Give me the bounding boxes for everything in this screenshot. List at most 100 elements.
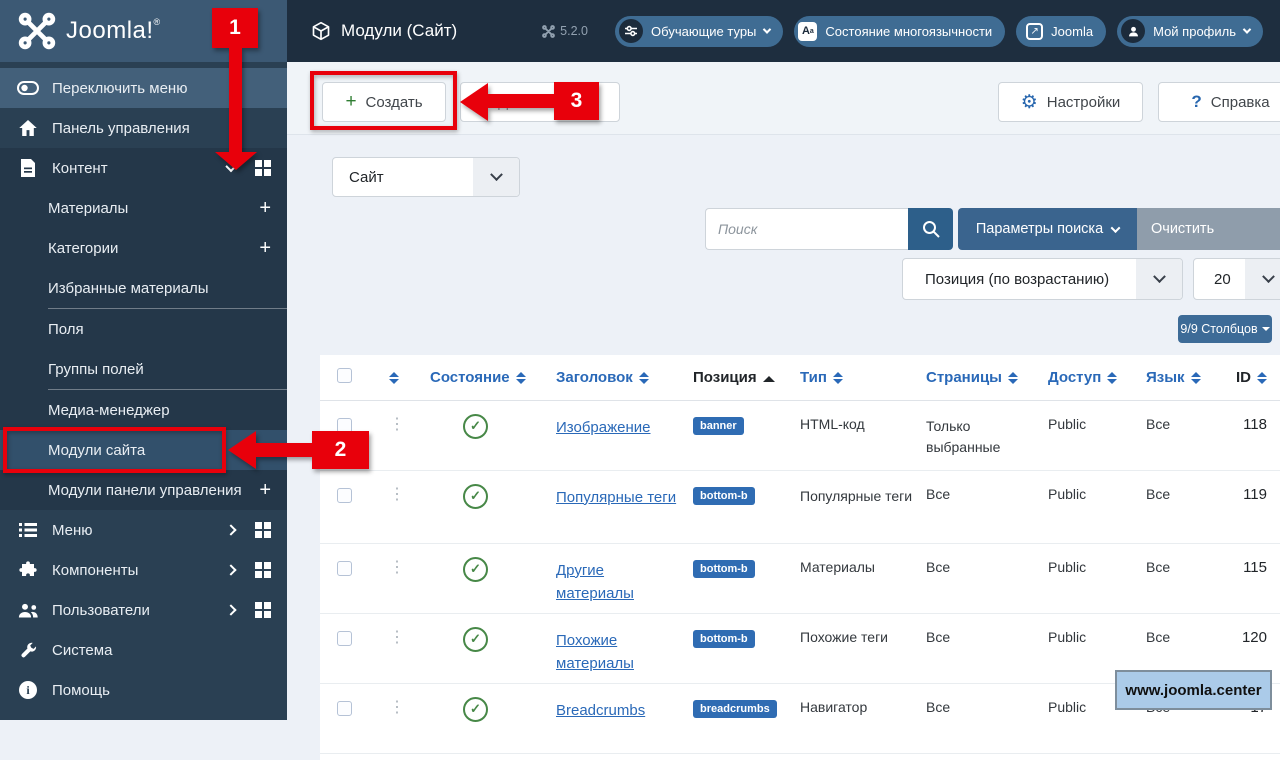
search-icon bbox=[922, 220, 940, 238]
module-type: Навигатор bbox=[791, 683, 916, 753]
position-badge: banner bbox=[693, 417, 744, 435]
drag-handle-icon[interactable]: ⋮ bbox=[373, 486, 405, 503]
module-id: 119 bbox=[1231, 470, 1280, 543]
module-pages: Все bbox=[916, 470, 1036, 543]
sliders-icon bbox=[619, 19, 643, 43]
plus-icon[interactable]: + bbox=[259, 237, 271, 260]
arrow-shaft bbox=[254, 443, 312, 457]
status-published-icon[interactable]: ✓ bbox=[463, 627, 488, 652]
status-published-icon[interactable]: ✓ bbox=[463, 697, 488, 722]
step-number-badge: 2 bbox=[312, 431, 369, 469]
sidebar-item-menus[interactable]: Меню bbox=[0, 510, 287, 550]
drag-handle-icon[interactable]: ⋮ bbox=[373, 629, 405, 646]
pages-sort-header[interactable]: Страницы bbox=[916, 355, 1036, 400]
sidebar-item-categories[interactable]: Категории + bbox=[0, 228, 287, 268]
chevron-down-icon bbox=[763, 25, 771, 33]
dashboard-grid-icon[interactable] bbox=[255, 602, 271, 618]
search-button[interactable] bbox=[908, 208, 953, 250]
dashboard-grid-icon[interactable] bbox=[255, 562, 271, 578]
status-published-icon[interactable]: ✓ bbox=[463, 557, 488, 582]
language-sort-header[interactable]: Язык bbox=[1136, 355, 1231, 400]
row-checkbox[interactable] bbox=[337, 561, 352, 576]
guided-tours-button[interactable]: Обучающие туры bbox=[615, 16, 783, 47]
table-header-row: Состояние Заголовок Позиция Тип Страницы… bbox=[320, 355, 1280, 400]
ordering-sort-header[interactable] bbox=[373, 355, 418, 400]
sort-icon bbox=[1191, 372, 1201, 384]
module-id: 115 bbox=[1231, 543, 1280, 613]
module-language: Все bbox=[1136, 470, 1231, 543]
row-checkbox[interactable] bbox=[337, 488, 352, 503]
plus-icon[interactable]: + bbox=[259, 197, 271, 220]
joomla-version: 5.2.0 bbox=[542, 24, 588, 38]
sidebar-item-users[interactable]: Пользователи bbox=[0, 590, 287, 630]
sort-icon bbox=[639, 372, 649, 384]
module-title-link[interactable]: Похожие материалы bbox=[556, 632, 634, 672]
module-language: Все bbox=[1136, 400, 1231, 470]
arrow-shaft bbox=[485, 94, 554, 108]
header-title-section: Модули (Сайт) 5.2.0 Обучающие туры Aa Со… bbox=[287, 0, 1280, 62]
annotation-step-3: 3 bbox=[400, 70, 640, 130]
options-button[interactable]: ⚙ Настройки bbox=[998, 82, 1143, 122]
my-profile-button[interactable]: Мой профиль bbox=[1117, 16, 1263, 47]
search-options-button[interactable]: Параметры поиска bbox=[958, 208, 1137, 250]
module-type: Популярные теги bbox=[791, 470, 916, 543]
page-title: Модули (Сайт) bbox=[341, 21, 457, 41]
sidebar-item-fields[interactable]: Поля bbox=[0, 309, 287, 349]
module-title-link[interactable]: Breadcrumbs bbox=[556, 702, 645, 719]
columns-button[interactable]: 9/9 Столбцов bbox=[1178, 315, 1272, 343]
limit-select[interactable]: 20 bbox=[1193, 258, 1280, 300]
module-access: Public bbox=[1036, 400, 1136, 470]
sort-asc-icon bbox=[763, 376, 775, 382]
client-select[interactable]: Сайт bbox=[332, 157, 520, 197]
cube-icon bbox=[311, 21, 331, 41]
type-sort-header[interactable]: Тип bbox=[791, 355, 916, 400]
sort-icon bbox=[516, 372, 526, 384]
plus-icon[interactable]: + bbox=[259, 479, 271, 502]
module-title-link[interactable]: Другие материалы bbox=[556, 562, 634, 602]
sidebar-item-featured[interactable]: Избранные материалы bbox=[0, 268, 287, 308]
access-sort-header[interactable]: Доступ bbox=[1036, 355, 1136, 400]
clear-button[interactable]: Очистить bbox=[1137, 208, 1280, 250]
arrow-left-icon bbox=[228, 431, 256, 469]
joomla-site-link-button[interactable]: ↗ Joomla bbox=[1016, 16, 1106, 47]
question-icon: ? bbox=[1191, 92, 1201, 112]
status-published-icon[interactable]: ✓ bbox=[463, 484, 488, 509]
chevron-right-icon bbox=[225, 604, 236, 615]
id-sort-header[interactable]: ID bbox=[1231, 355, 1280, 400]
sidebar-item-help[interactable]: i Помощь bbox=[0, 670, 287, 710]
module-title-link[interactable]: Изображение bbox=[556, 419, 651, 436]
sidebar-item-components[interactable]: Компоненты bbox=[0, 550, 287, 590]
sort-select[interactable]: Позиция (по возрастанию) bbox=[902, 258, 1183, 300]
module-type: Материалы bbox=[791, 543, 916, 613]
multilingual-status-button[interactable]: Aa Состояние многоязычности bbox=[794, 16, 1005, 47]
module-language: Все bbox=[1136, 543, 1231, 613]
drag-handle-icon[interactable]: ⋮ bbox=[373, 699, 405, 716]
position-sort-header[interactable]: Позиция bbox=[681, 355, 791, 400]
sidebar-item-articles[interactable]: Материалы + bbox=[0, 188, 287, 228]
status-published-icon[interactable]: ✓ bbox=[463, 414, 488, 439]
select-all-checkbox[interactable] bbox=[337, 368, 352, 383]
chevron-right-icon bbox=[225, 524, 236, 535]
search-input[interactable] bbox=[705, 208, 908, 250]
module-access: Public bbox=[1036, 543, 1136, 613]
sidebar-item-system[interactable]: Система bbox=[0, 630, 287, 670]
module-title-link[interactable]: Популярные теги bbox=[556, 489, 676, 506]
status-sort-header[interactable]: Состояние bbox=[418, 355, 536, 400]
annotation-step-1: 1 bbox=[0, 0, 280, 180]
row-checkbox[interactable] bbox=[337, 631, 352, 646]
sort-icon bbox=[1257, 372, 1267, 384]
chevron-down-icon bbox=[1136, 259, 1182, 299]
module-pages: Все bbox=[916, 613, 1036, 683]
drag-handle-icon[interactable]: ⋮ bbox=[373, 559, 405, 576]
sort-icon bbox=[1008, 372, 1018, 384]
row-checkbox[interactable] bbox=[337, 701, 352, 716]
help-button[interactable]: ? Справка bbox=[1158, 82, 1280, 122]
header-pills: Обучающие туры Aa Состояние многоязычнос… bbox=[615, 16, 1263, 47]
title-sort-header[interactable]: Заголовок bbox=[536, 355, 681, 400]
dashboard-grid-icon[interactable] bbox=[255, 522, 271, 538]
sidebar-item-field-groups[interactable]: Группы полей bbox=[0, 349, 287, 389]
info-icon: i bbox=[16, 681, 40, 699]
sort-icon bbox=[1107, 372, 1117, 384]
user-icon bbox=[1121, 19, 1145, 43]
module-type: Похожие теги bbox=[791, 613, 916, 683]
